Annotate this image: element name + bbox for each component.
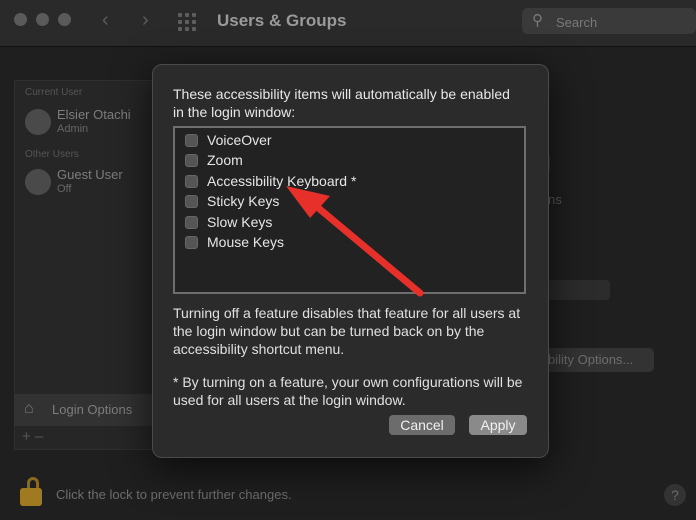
add-remove-user-buttons[interactable]: + –: [22, 428, 43, 445]
title-bar: ‹ › Users & Groups ⚲: [0, 0, 696, 47]
guest-user-name: Guest User: [57, 167, 123, 182]
checkbox[interactable]: [185, 236, 198, 249]
background-select: [548, 280, 610, 300]
chevron-right-icon[interactable]: ›: [142, 9, 149, 32]
dialog-note-turning-on: * By turning on a feature, your own conf…: [173, 374, 523, 408]
dialog-header: These accessibility items will automatic…: [173, 86, 510, 120]
item-label: Zoom: [207, 152, 243, 168]
cancel-button[interactable]: Cancel: [389, 415, 455, 435]
chevron-left-icon[interactable]: ‹: [102, 9, 109, 32]
checkbox[interactable]: [185, 134, 198, 147]
lock-icon[interactable]: [20, 477, 44, 507]
item-label: Sticky Keys: [207, 193, 280, 209]
item-label: Slow Keys: [207, 214, 273, 230]
help-button[interactable]: ?: [664, 484, 686, 506]
item-label: VoiceOver: [207, 132, 272, 148]
accessibility-options-button[interactable]: bility Options...: [546, 348, 654, 372]
search-icon: ⚲: [532, 12, 543, 29]
checkbox[interactable]: [185, 216, 198, 229]
section-current-user: Current User: [25, 87, 83, 98]
accessibility-dialog: These accessibility items will automatic…: [152, 64, 549, 458]
minimize-window-button[interactable]: [36, 13, 49, 26]
search-input[interactable]: [554, 11, 688, 33]
close-window-button[interactable]: [14, 13, 27, 26]
guest-avatar: [25, 169, 51, 195]
accessibility-items-list: VoiceOver Zoom Accessibility Keyboard * …: [173, 126, 526, 294]
section-other-users: Other Users: [25, 149, 79, 160]
lock-text: Click the lock to prevent further change…: [56, 487, 292, 502]
guest-user-status: Off: [57, 183, 72, 195]
item-label: Accessibility Keyboard *: [207, 173, 357, 189]
login-options-label: Login Options: [52, 402, 133, 417]
login-options-item[interactable]: ⌂ Login Options: [14, 394, 154, 426]
house-icon: ⌂: [24, 400, 34, 417]
item-label: Mouse Keys: [207, 234, 285, 250]
checkbox[interactable]: [185, 175, 198, 188]
search-field[interactable]: ⚲: [522, 8, 696, 34]
apply-button[interactable]: Apply: [469, 415, 527, 435]
user-name: Elsier Otachi: [57, 107, 131, 122]
user-role: Admin: [57, 123, 89, 135]
dialog-note-turning-off: Turning off a feature disables that feat…: [173, 305, 521, 357]
current-user-item[interactable]: Elsier Otachi Admin: [25, 105, 165, 145]
background-partial-text: ns: [548, 192, 562, 207]
checkbox[interactable]: [185, 154, 198, 167]
zoom-window-button[interactable]: [58, 13, 71, 26]
checkbox[interactable]: [185, 195, 198, 208]
grid-icon[interactable]: [178, 13, 198, 33]
window-title: Users & Groups: [217, 11, 347, 30]
guest-user-item[interactable]: Guest User Off: [25, 165, 165, 205]
avatar: [25, 109, 51, 135]
